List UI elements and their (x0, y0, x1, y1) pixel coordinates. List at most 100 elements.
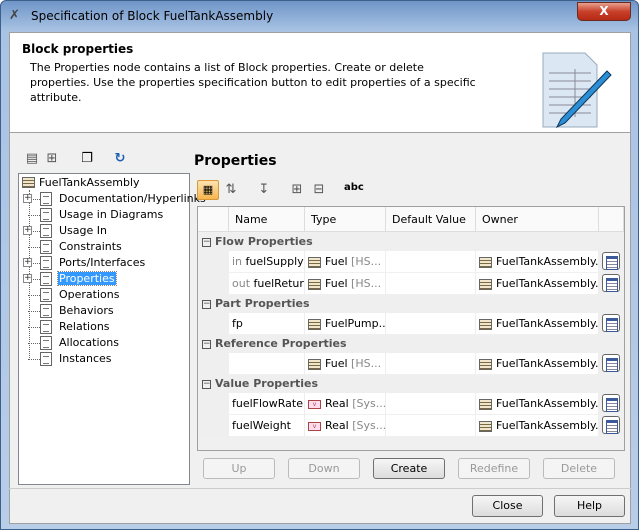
owner-cell[interactable]: FuelTankAssembly... (476, 353, 599, 374)
tree-item[interactable]: Allocations (19, 335, 189, 351)
create-button[interactable]: Create (373, 458, 445, 479)
group-row[interactable]: − Flow Properties (198, 233, 624, 251)
type-cell[interactable]: v Real [Sys... (305, 393, 386, 414)
table-row[interactable]: out fuelReturn Fuel [HS... FuelTankAssembl… (198, 273, 624, 294)
type-qualifier: [Sys... (352, 397, 386, 410)
window-title: Specification of Block FuelTankAssembly (31, 9, 274, 23)
group-by-category-button[interactable]: ▦ (197, 180, 219, 200)
owner-cell[interactable]: FuelTankAssembly... (476, 251, 599, 272)
specification-button[interactable] (602, 394, 620, 412)
column-header-name[interactable]: Name (229, 207, 305, 232)
default-value-cell[interactable] (386, 313, 476, 334)
specification-button[interactable] (602, 314, 620, 332)
owner-cell[interactable]: FuelTankAssembly... (476, 273, 599, 294)
type-cell[interactable]: v Real [Sys... (305, 415, 386, 436)
header-title: Block properties (22, 42, 134, 56)
direction: out (232, 277, 251, 290)
tree-item-label: Usage in Diagrams (59, 208, 164, 221)
tree-item[interactable]: Operations (19, 287, 189, 303)
group-row[interactable]: − Value Properties (198, 375, 624, 393)
default-value-cell[interactable] (386, 415, 476, 436)
collapse-icon[interactable]: − (202, 237, 211, 247)
help-button[interactable]: Help (554, 495, 625, 517)
expand-icon[interactable]: + (23, 274, 32, 283)
owner-cell[interactable]: FuelTankAssembly... (476, 415, 599, 436)
collapse-icon[interactable]: − (202, 379, 211, 389)
table-row[interactable]: in fuelSupply Fuel [HS... FuelTankAssembly… (198, 251, 624, 272)
up-button[interactable]: Up (203, 458, 275, 479)
specification-button[interactable] (602, 416, 620, 434)
table-row[interactable]: Fuel [HS... FuelTankAssembly... (198, 353, 624, 374)
column-header-owner[interactable]: Owner (476, 207, 599, 232)
collapse-all-icon[interactable]: ⊟ (311, 182, 327, 198)
panel-title: Properties (194, 153, 277, 169)
tree-view-icon[interactable]: ⊞ (44, 151, 60, 167)
tree-item[interactable]: + Properties (19, 271, 189, 287)
close-window-button[interactable]: X (577, 2, 631, 21)
specification-button[interactable] (602, 274, 620, 292)
close-button[interactable]: Close (472, 495, 543, 517)
redefine-button[interactable]: Redefine (458, 458, 530, 479)
tree-item[interactable]: + Documentation/Hyperlinks (19, 191, 206, 207)
delete-button[interactable]: Delete (543, 458, 615, 479)
tree-item[interactable]: Usage in Diagrams (19, 207, 189, 223)
name-cell[interactable]: in fuelSupply (229, 251, 305, 272)
tree-item[interactable]: Behaviors (19, 303, 189, 319)
table-row[interactable]: fuelWeight v Real [Sys... FuelTankAssembly.… (198, 415, 624, 436)
expand-icon[interactable]: + (23, 226, 32, 235)
type-cell[interactable]: Fuel [HS... (305, 251, 386, 272)
show-list-icon[interactable]: ▤ (24, 151, 40, 167)
name-cell[interactable]: fp (229, 313, 305, 334)
type-cell[interactable]: Fuel [HS... (305, 353, 386, 374)
table-row[interactable]: fp FuelPump... FuelTankAssembly... (198, 313, 624, 334)
type-name: Real (325, 397, 349, 410)
sort-by-order-icon[interactable]: ↧ (256, 182, 272, 198)
default-value-cell[interactable] (386, 251, 476, 272)
refresh-icon[interactable]: ↻ (112, 151, 128, 167)
tree-connector (28, 327, 40, 328)
tree-item[interactable]: Instances (19, 351, 189, 367)
type-name: Fuel (325, 277, 348, 290)
name-cell[interactable]: fuelWeight (229, 415, 305, 436)
specification-button[interactable] (602, 252, 620, 270)
default-value-cell[interactable] (386, 353, 476, 374)
value-type-icon: v (308, 399, 321, 409)
default-value-cell[interactable] (386, 273, 476, 294)
specification-button[interactable] (602, 354, 620, 372)
copy-icon[interactable]: ❐ (79, 151, 95, 167)
property-name: fuelSupply (245, 255, 304, 268)
property-name: fuelFlowRate (232, 397, 304, 410)
collapse-icon[interactable]: − (202, 339, 211, 349)
down-button[interactable]: Down (288, 458, 360, 479)
owner-cell[interactable]: FuelTankAssembly... (476, 393, 599, 414)
tree-connector (28, 359, 40, 360)
expand-icon[interactable]: + (23, 258, 32, 267)
name-cell[interactable]: out fuelReturn (229, 273, 305, 294)
collapse-icon[interactable]: − (202, 299, 211, 309)
owner-cell[interactable]: FuelTankAssembly... (476, 313, 599, 334)
type-cell[interactable]: FuelPump... (305, 313, 386, 334)
owner-name: FuelTankAssembly... (496, 397, 599, 410)
column-header-default-value[interactable]: Default Value (386, 207, 476, 232)
column-header-type[interactable]: Type (305, 207, 386, 232)
group-row[interactable]: − Part Properties (198, 295, 624, 313)
owner-name: FuelTankAssembly... (496, 317, 599, 330)
show-names-button[interactable]: abc (344, 182, 364, 193)
name-cell[interactable]: fuelFlowRate (229, 393, 305, 414)
type-qualifier: [HS... (351, 255, 382, 268)
type-cell[interactable]: Fuel [HS... (305, 273, 386, 294)
tree-item[interactable]: Constraints (19, 239, 189, 255)
expand-icon[interactable]: + (23, 194, 32, 203)
group-row[interactable]: − Reference Properties (198, 335, 624, 353)
table-row[interactable]: fuelFlowRate v Real [Sys... FuelTankAssembl… (198, 393, 624, 414)
default-value-cell[interactable] (386, 393, 476, 414)
tree-item[interactable]: Relations (19, 319, 189, 335)
tree-item[interactable]: + Ports/Interfaces (19, 255, 189, 271)
expand-all-icon[interactable]: ⊞ (289, 182, 305, 198)
node-icon (40, 224, 52, 238)
properties-table: Name Type Default Value Owner − Flow Prop… (197, 206, 625, 451)
sort-alphabetically-icon[interactable]: ⇅ (223, 182, 239, 198)
tree-item[interactable]: + Usage In (19, 223, 189, 239)
name-cell[interactable] (229, 353, 305, 374)
navigation-tree[interactable]: FuelTankAssembly + Documentation/Hyperlin… (18, 173, 206, 485)
